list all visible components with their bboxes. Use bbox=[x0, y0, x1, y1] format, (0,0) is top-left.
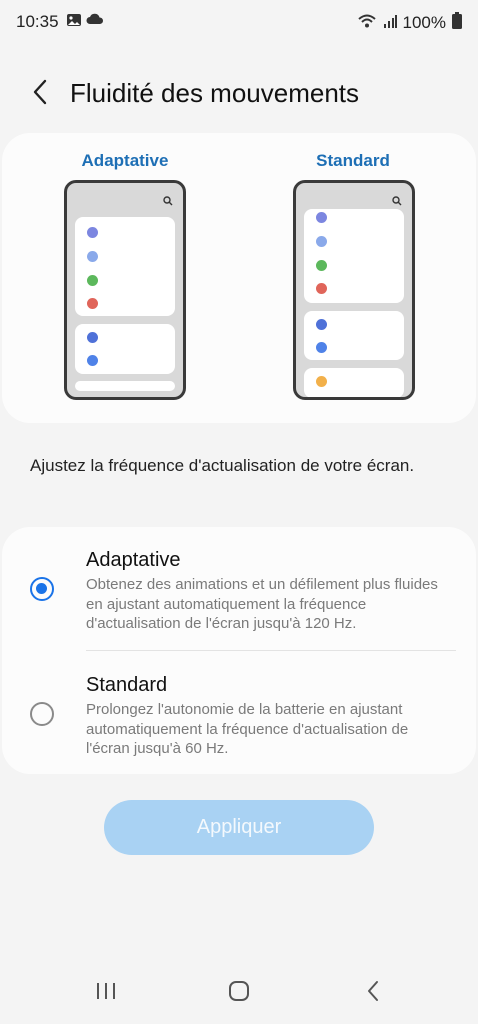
nav-back-icon bbox=[366, 980, 380, 1007]
preview-label-adaptive: Adaptative bbox=[81, 151, 169, 170]
radio-standard[interactable] bbox=[30, 702, 54, 726]
wifi-icon bbox=[357, 13, 377, 34]
navigation-bar bbox=[0, 964, 478, 1024]
gallery-icon bbox=[66, 12, 82, 33]
preview-panel bbox=[75, 324, 175, 374]
cloud-icon bbox=[86, 12, 104, 31]
option-standard-description: Prolongez l'autonomie de la batterie en … bbox=[86, 701, 409, 757]
status-bar: 10:35 100% bbox=[0, 0, 478, 42]
option-standard-title: Standard bbox=[86, 674, 168, 696]
nav-back-button[interactable] bbox=[353, 978, 393, 1008]
preview-panel bbox=[75, 217, 175, 316]
preview-panel bbox=[304, 368, 404, 397]
signal-icon bbox=[383, 13, 397, 33]
preview-phone-adaptive bbox=[64, 180, 186, 400]
home-button[interactable] bbox=[219, 978, 259, 1008]
option-adaptive[interactable]: Adaptative Obtenez des animations et un … bbox=[2, 527, 476, 650]
search-icon bbox=[392, 193, 402, 206]
radio-adaptive[interactable] bbox=[30, 577, 54, 601]
status-time: 10:35 bbox=[16, 12, 59, 31]
battery-icon bbox=[452, 12, 462, 34]
apply-button[interactable]: Appliquer bbox=[104, 800, 374, 855]
preview-panel bbox=[304, 311, 404, 360]
recents-icon bbox=[95, 981, 117, 1006]
header: Fluidité des mouvements bbox=[0, 70, 478, 120]
description-text: Ajustez la fréquence d'actualisation de … bbox=[30, 456, 415, 475]
preview-panel bbox=[304, 209, 404, 303]
option-standard[interactable]: Standard Prolongez l'autonomie de la bat… bbox=[2, 651, 476, 774]
page-title: Fluidité des mouvements bbox=[70, 78, 360, 108]
options-card: Adaptative Obtenez des animations et un … bbox=[2, 527, 476, 774]
battery-percent: 100% bbox=[402, 13, 446, 32]
preview-label-standard: Standard bbox=[316, 151, 390, 170]
preview-phone-standard bbox=[293, 180, 415, 400]
back-button[interactable] bbox=[22, 76, 58, 112]
option-adaptive-title: Adaptative bbox=[86, 549, 181, 571]
home-icon bbox=[228, 980, 250, 1007]
preview-card: Adaptative Standard bbox=[2, 133, 476, 423]
option-adaptive-description: Obtenez des animations et un défilement … bbox=[86, 576, 438, 632]
recents-button[interactable] bbox=[86, 978, 126, 1008]
search-icon bbox=[163, 193, 173, 206]
back-arrow-icon bbox=[32, 79, 48, 110]
